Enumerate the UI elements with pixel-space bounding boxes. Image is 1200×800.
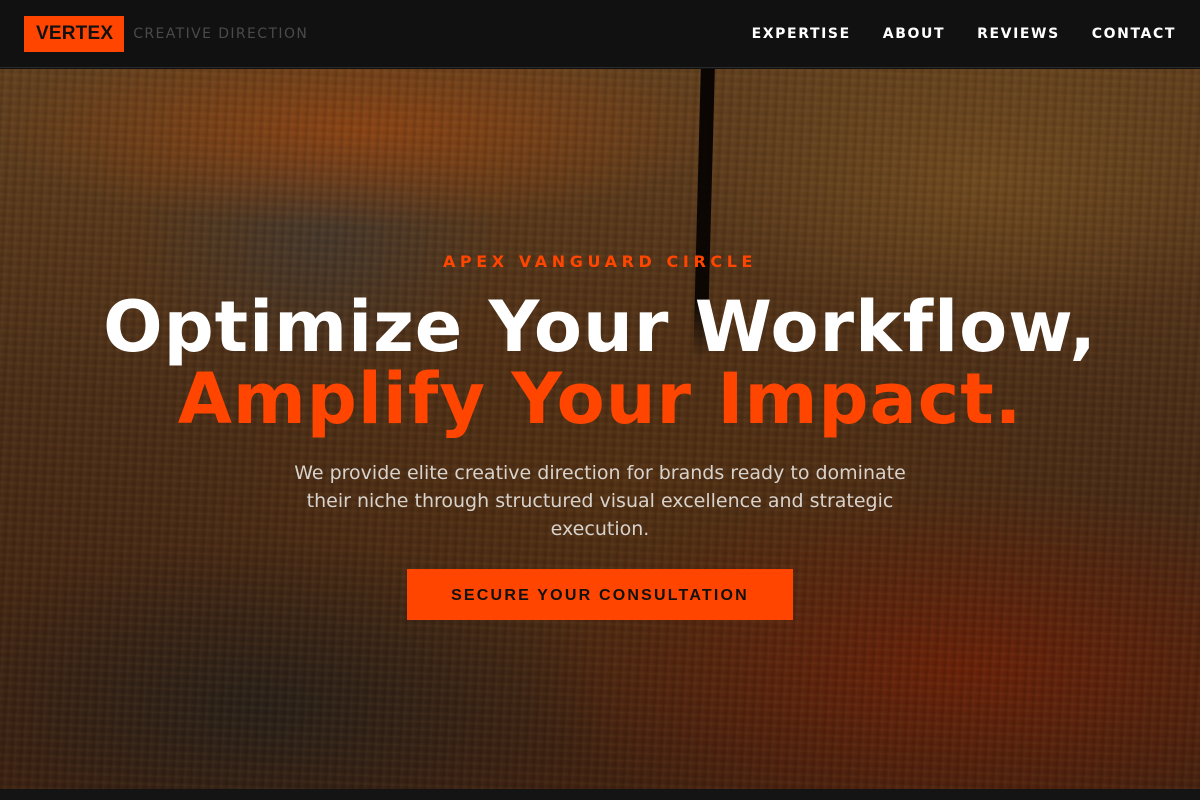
hero-subtext: We provide elite creative direction for … [294, 462, 906, 540]
main-nav: EXPERTISE ABOUT REVIEWS CONTACT [752, 26, 1176, 42]
nav-link-contact[interactable]: CONTACT [1092, 26, 1176, 42]
brand-tagline: CREATIVE DIRECTION [133, 25, 309, 42]
hero-eyebrow: APEX VANGUARD CIRCLE [442, 252, 758, 271]
cta-button[interactable]: SECURE YOUR CONSULTATION [407, 569, 793, 620]
hero-headline-line2: Amplify Your Impact. [177, 358, 1023, 440]
hero-content: APEX VANGUARD CIRCLE Optimize Your Workf… [0, 69, 1200, 789]
nav-link-about[interactable]: ABOUT [883, 26, 945, 42]
nav-link-reviews[interactable]: REVIEWS [977, 26, 1060, 42]
site-header: VERTEX CREATIVE DIRECTION EXPERTISE ABOU… [0, 0, 1200, 68]
logo-button[interactable]: VERTEX [24, 15, 125, 52]
brand: VERTEX CREATIVE DIRECTION [24, 15, 309, 52]
hero-headline-line1: Optimize Your Workflow, [103, 286, 1097, 368]
next-section-edge [0, 789, 1200, 800]
nav-link-expertise[interactable]: EXPERTISE [752, 26, 851, 42]
